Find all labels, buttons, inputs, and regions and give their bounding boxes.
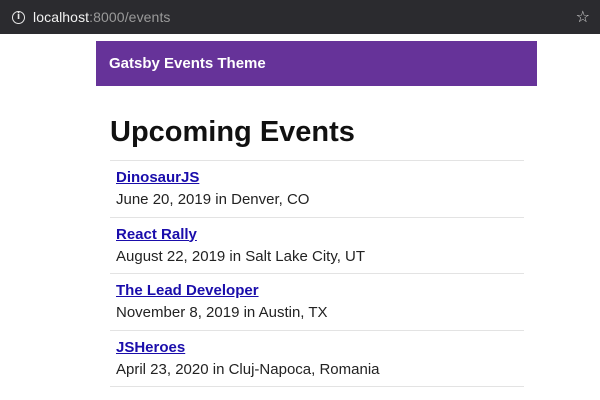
info-icon[interactable]: i	[12, 10, 25, 24]
list-item: React Rally August 22, 2019 in Salt Lake…	[110, 216, 524, 274]
url-host: localhost	[33, 9, 90, 25]
address-bar[interactable]: i localhost:8000/events	[0, 0, 600, 34]
browser-toolbar: i localhost:8000/events ☆	[0, 0, 600, 34]
main-content: Upcoming Events DinosaurJS June 20, 2019…	[110, 116, 524, 387]
list-item: DinosaurJS June 20, 2019 in Denver, CO	[110, 160, 524, 217]
site-title-link[interactable]: Gatsby Events Theme	[109, 55, 266, 72]
event-list: DinosaurJS June 20, 2019 in Denver, CO R…	[110, 160, 524, 386]
event-location: Cluj-Napoca, Romania	[228, 360, 380, 378]
event-location: Austin, TX	[258, 304, 328, 321]
url-text[interactable]: localhost:8000/events	[33, 9, 171, 25]
star-icon[interactable]: ☆	[576, 7, 590, 26]
event-details: April 23, 2020 in Cluj-Napoca, Romania	[116, 360, 380, 378]
list-divider	[110, 386, 524, 387]
list-item: The Lead Developer November 8, 2019 in A…	[110, 273, 524, 330]
event-link[interactable]: DinosaurJS	[116, 169, 524, 187]
page-title: Upcoming Events	[110, 116, 355, 148]
event-link[interactable]: The Lead Developer	[116, 282, 524, 300]
site-header: Gatsby Events Theme	[96, 41, 537, 86]
event-date: August 22, 2019	[116, 247, 226, 265]
list-item: JSHeroes April 23, 2020 in Cluj-Napoca, …	[110, 329, 524, 387]
event-link[interactable]: React Rally	[116, 226, 524, 244]
event-date: November 8, 2019	[116, 304, 240, 321]
event-link[interactable]: JSHeroes	[116, 339, 524, 357]
event-details: November 8, 2019 in Austin, TX	[116, 304, 328, 321]
event-date: April 23, 2020	[116, 360, 209, 378]
url-path: :8000/events	[89, 9, 171, 25]
event-location: Denver, CO	[231, 191, 310, 208]
event-details: June 20, 2019 in Denver, CO	[116, 191, 310, 208]
event-details: August 22, 2019 in Salt Lake City, UT	[116, 247, 366, 265]
event-location: Salt Lake City, UT	[245, 247, 366, 265]
event-date: June 20, 2019	[116, 191, 212, 208]
